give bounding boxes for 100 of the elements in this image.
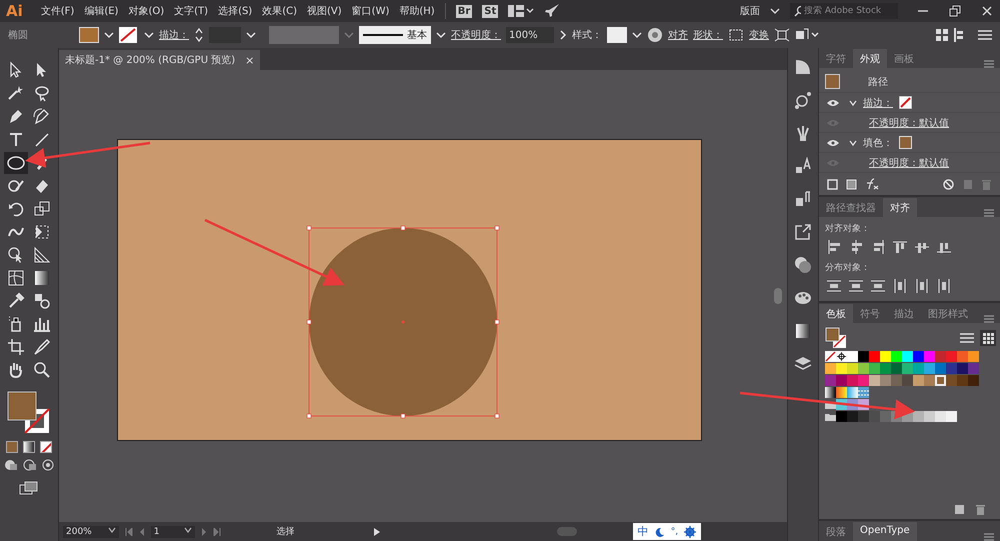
add-stroke-icon[interactable] [827, 178, 838, 190]
graphic-style-swatch[interactable] [607, 27, 627, 43]
color-swatch[interactable] [869, 375, 880, 386]
color-swatch[interactable] [869, 351, 880, 362]
grid-icon[interactable] [936, 29, 948, 41]
gradient-swatch-icon[interactable] [794, 322, 812, 340]
color-swatch[interactable] [902, 375, 913, 386]
menu-item[interactable]: 视图(V) [307, 4, 342, 18]
chevron-right-icon[interactable] [559, 30, 567, 40]
opacity-label-link[interactable]: 不透明度： [451, 28, 501, 42]
color-swatch[interactable] [891, 351, 902, 362]
vertical-align-icon[interactable] [893, 240, 907, 254]
menu-item[interactable]: 编辑(E) [84, 4, 118, 18]
color-swatch[interactable] [836, 411, 847, 422]
menu-item[interactable]: 帮助(H) [399, 4, 435, 18]
transform-link[interactable]: 变换 [749, 28, 769, 42]
horizontal-align-icon[interactable] [827, 240, 841, 254]
gradient-mode-icon[interactable] [23, 441, 35, 453]
zoom-dropdown[interactable]: 200% [63, 526, 119, 538]
gradient-swatch[interactable] [836, 387, 847, 398]
vertical-distribute-icon[interactable] [871, 279, 885, 293]
color-swatch[interactable] [825, 363, 836, 374]
tab-close-button[interactable]: × [245, 54, 254, 66]
horizontal-scrollbar[interactable] [556, 527, 577, 536]
color-swatch[interactable] [924, 375, 935, 386]
color-swatch[interactable] [957, 363, 968, 374]
graph-nodes-icon[interactable] [794, 91, 812, 109]
stroke-label-link[interactable]: 描边： [863, 96, 893, 110]
none-swatch[interactable] [825, 351, 836, 362]
color-swatch[interactable] [836, 363, 847, 374]
menu-item[interactable]: 文件(F) [40, 4, 74, 18]
panel-tab[interactable]: 描边 [887, 304, 921, 323]
panel-menu-icon[interactable] [984, 209, 994, 217]
shape-label-link[interactable]: 形状： [693, 28, 723, 42]
vertical-align-icon[interactable] [937, 240, 951, 254]
color-swatch[interactable] [902, 351, 913, 362]
color-swatch[interactable] [847, 363, 858, 374]
panel-menu-icon[interactable] [984, 60, 994, 68]
panel-tab[interactable]: 字符 [819, 49, 853, 68]
document-tab[interactable]: 未标题-1* @ 200% (RGB/GPU 预览) × [59, 50, 260, 70]
panel-tab[interactable]: 画板 [887, 49, 921, 68]
clear-appearance-icon[interactable] [943, 178, 954, 190]
stroke-none-swatch[interactable] [899, 96, 912, 109]
menu-item[interactable]: 选择(S) [218, 4, 252, 18]
stroke-label-link[interactable]: 描边： [159, 28, 189, 42]
fill-color-swatch[interactable] [79, 27, 99, 43]
panel-tab[interactable]: 色板 [819, 304, 853, 323]
color-swatch[interactable] [946, 363, 957, 374]
fill-color-swatch[interactable] [899, 136, 912, 149]
color-swatch[interactable] [946, 375, 957, 386]
color-swatch[interactable] [858, 411, 869, 422]
color-swatch[interactable] [946, 411, 957, 422]
draw-behind-icon[interactable] [23, 459, 37, 471]
color-swatch[interactable] [924, 411, 935, 422]
settings-icon[interactable] [684, 526, 696, 538]
panel-tab[interactable]: 符号 [853, 304, 887, 323]
menu-item[interactable]: 对象(O) [128, 4, 164, 18]
transparency-icon[interactable] [794, 256, 812, 274]
color-swatch[interactable] [847, 351, 858, 362]
panel-tab[interactable]: 路径查找器 [819, 198, 883, 217]
gradient-swatch[interactable] [847, 387, 858, 398]
color-swatch[interactable] [869, 411, 880, 422]
panel-tab[interactable]: 对齐 [883, 198, 917, 217]
pattern-swatch[interactable] [858, 387, 869, 398]
panel-tab[interactable]: 段落 [819, 522, 853, 541]
add-fill-icon[interactable] [846, 178, 857, 190]
color-swatch[interactable] [847, 375, 858, 386]
horizontal-distribute-icon[interactable] [937, 279, 951, 293]
paragraph-styles-icon[interactable] [794, 190, 812, 208]
stepper-icon[interactable] [194, 27, 204, 43]
fill-stroke-indicator-icon[interactable] [7, 391, 51, 435]
color-swatch[interactable] [946, 351, 957, 362]
stock-button[interactable]: St [482, 4, 498, 18]
brush-definition-dropdown[interactable]: 基本 [359, 26, 431, 44]
variable-width-field[interactable] [269, 26, 339, 44]
vertical-distribute-icon[interactable] [827, 279, 841, 293]
panel-menu-icon[interactable] [984, 315, 994, 323]
panel-tab[interactable]: 图形样式 [921, 304, 975, 323]
brushes-icon[interactable] [794, 124, 812, 142]
recolor-artwork-icon[interactable] [647, 27, 663, 43]
color-swatch[interactable] [858, 363, 869, 374]
color-swatch[interactable] [847, 411, 858, 422]
color-swatch[interactable] [869, 363, 880, 374]
horizontal-align-icon[interactable] [849, 240, 863, 254]
gradient-swatch[interactable] [825, 387, 836, 398]
horizontal-distribute-icon[interactable] [893, 279, 907, 293]
chevron-down-icon[interactable] [108, 526, 116, 532]
color-swatch[interactable] [957, 351, 968, 362]
color-swatch[interactable] [935, 351, 946, 362]
color-swatch[interactable] [913, 351, 924, 362]
color-mode-icon[interactable] [6, 441, 18, 453]
menu-item[interactable]: 效果(C) [262, 4, 298, 18]
color-swatch[interactable] [968, 375, 979, 386]
chevron-down-icon[interactable] [770, 7, 780, 15]
input-method-toolbar[interactable]: 中 °, [632, 523, 702, 540]
next-page-icon[interactable] [200, 528, 207, 536]
color-swatch[interactable] [825, 375, 836, 386]
color-swatch[interactable] [902, 363, 913, 374]
folder-icon[interactable] [825, 411, 836, 422]
play-icon[interactable] [372, 526, 381, 536]
